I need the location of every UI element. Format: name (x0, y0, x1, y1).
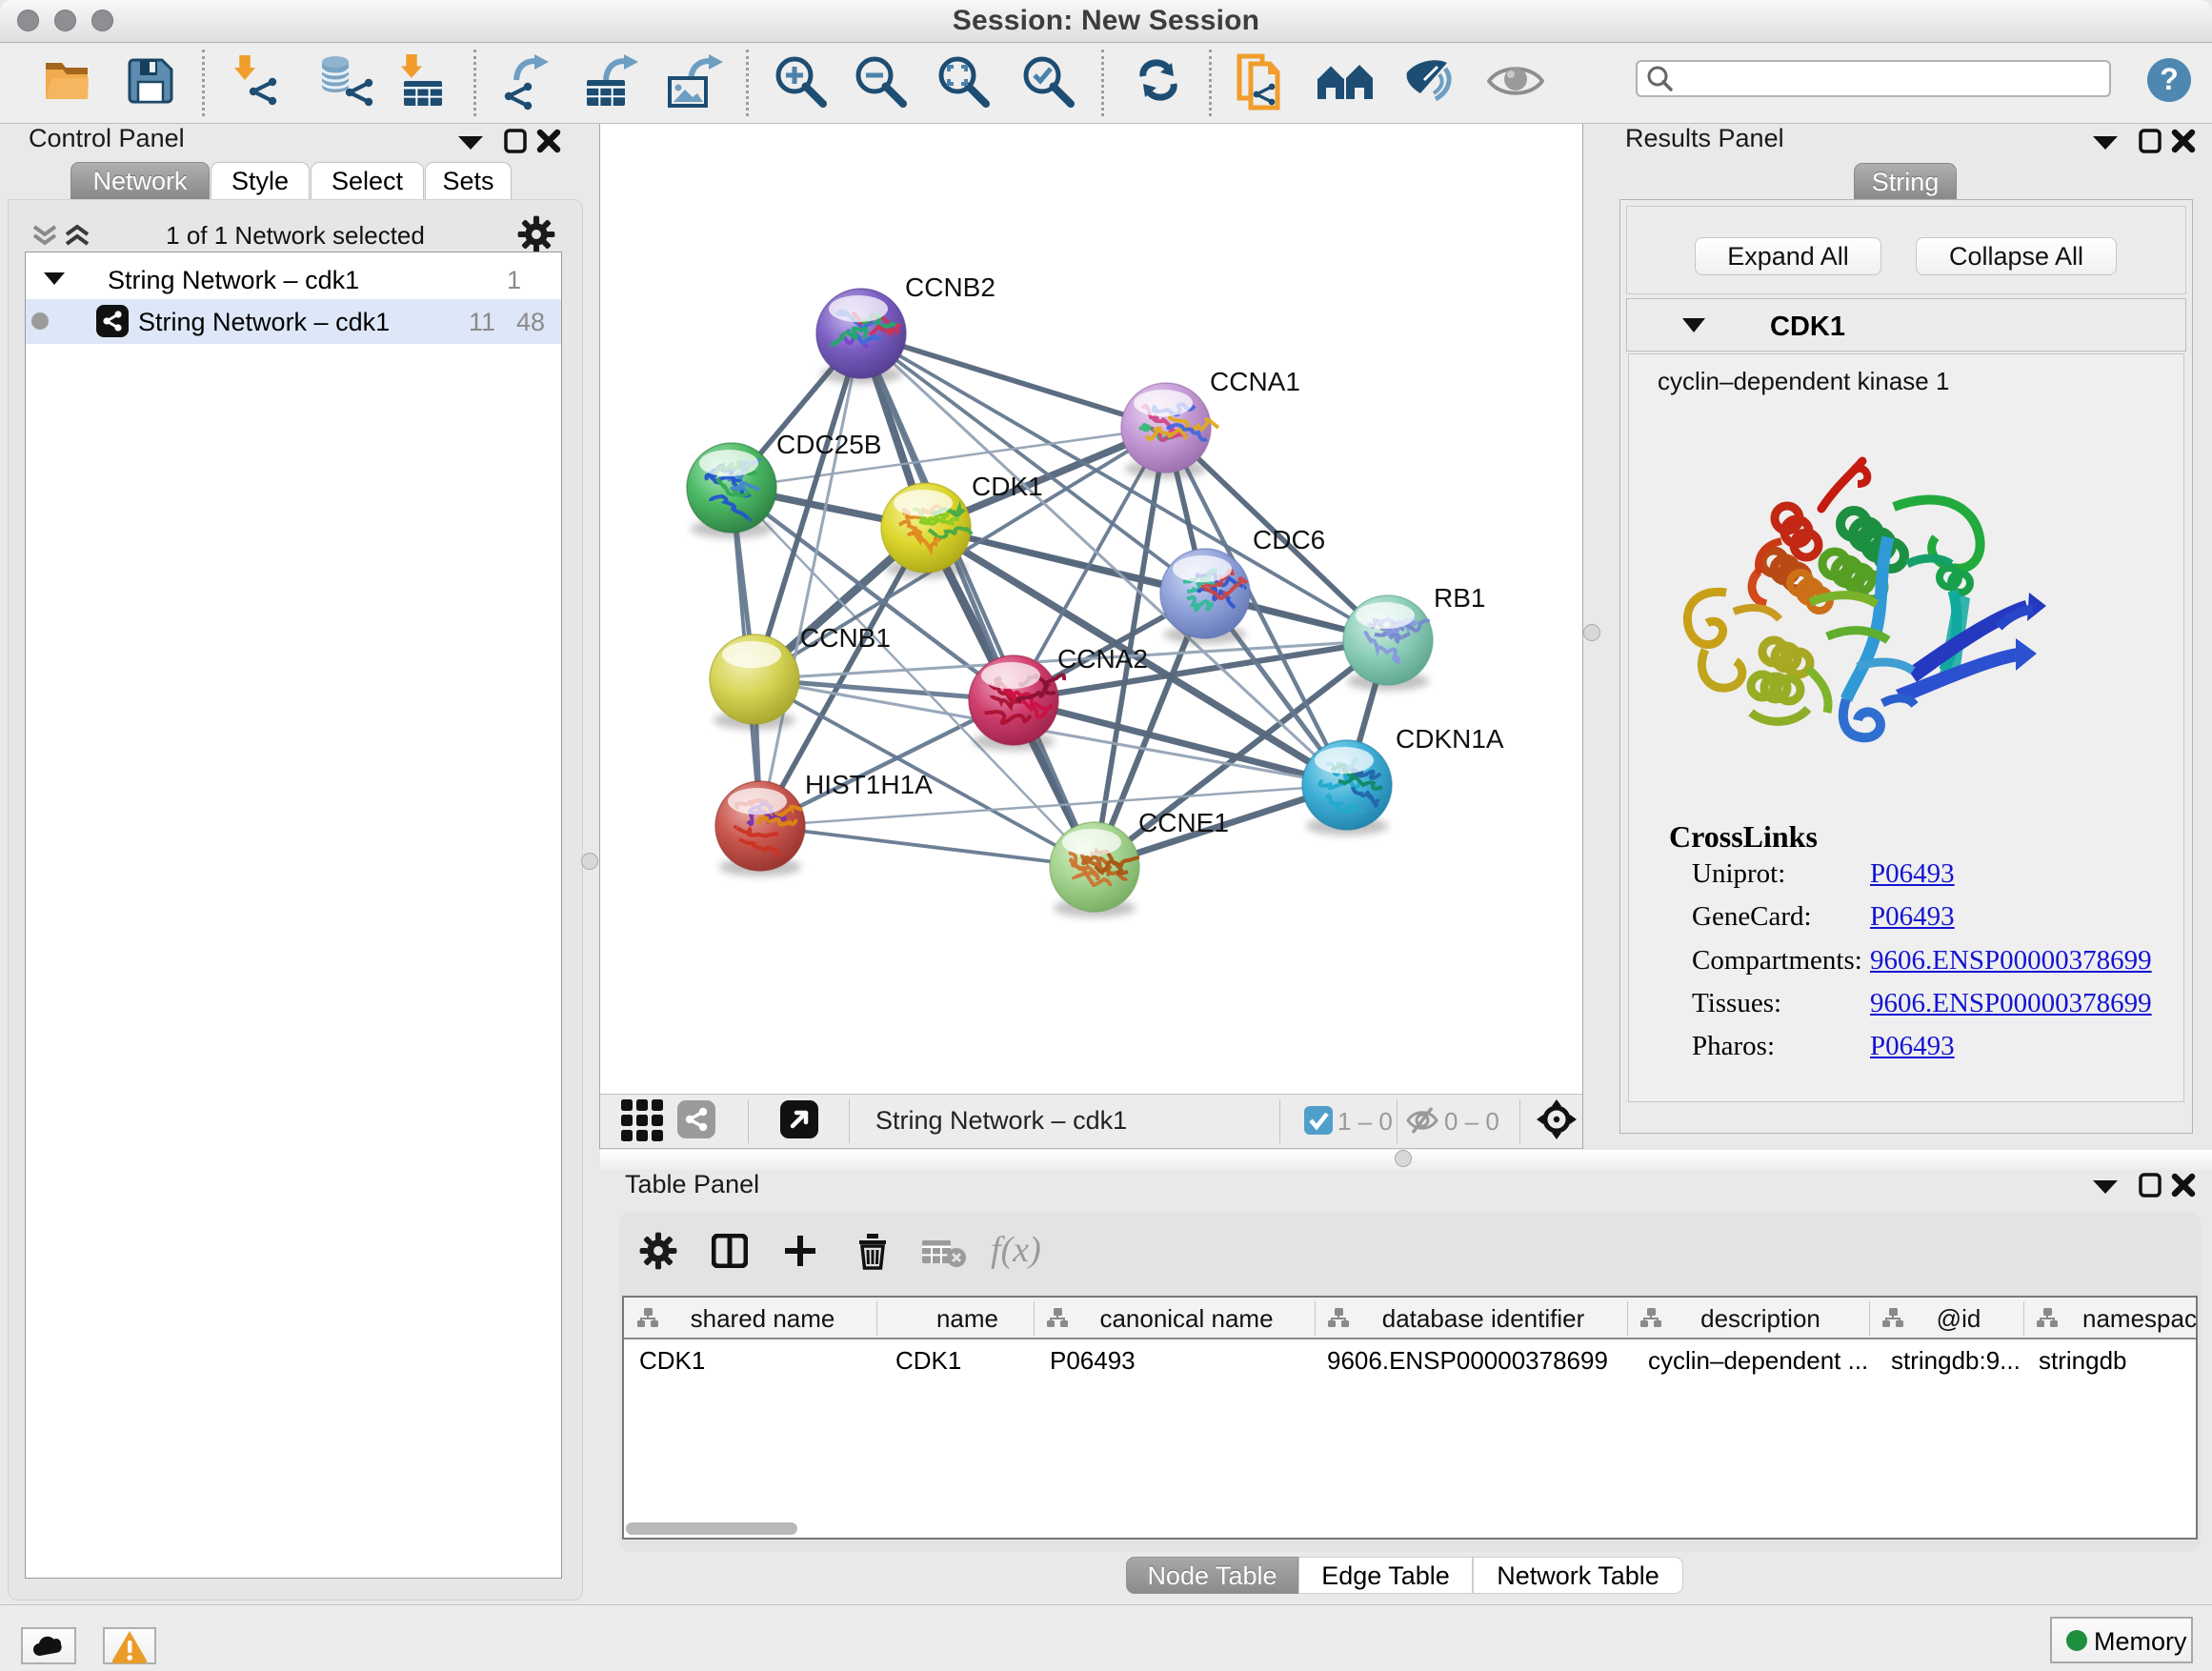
svg-text:?: ? (2160, 62, 2179, 96)
svg-text:CCNB1: CCNB1 (800, 623, 891, 653)
svg-text:CCNE1: CCNE1 (1138, 808, 1229, 837)
svg-text:CCNA1: CCNA1 (1210, 367, 1300, 396)
svg-text:CDC6: CDC6 (1253, 525, 1325, 554)
svg-text:CCNB2: CCNB2 (905, 272, 995, 302)
svg-text:HIST1H1A: HIST1H1A (805, 770, 933, 799)
svg-text:CCNA2: CCNA2 (1057, 644, 1148, 674)
svg-text:CDKN1A: CDKN1A (1396, 724, 1504, 754)
svg-text:CDK1: CDK1 (972, 472, 1043, 501)
svg-text:RB1: RB1 (1434, 583, 1485, 613)
svg-text:CDC25B: CDC25B (776, 430, 881, 459)
